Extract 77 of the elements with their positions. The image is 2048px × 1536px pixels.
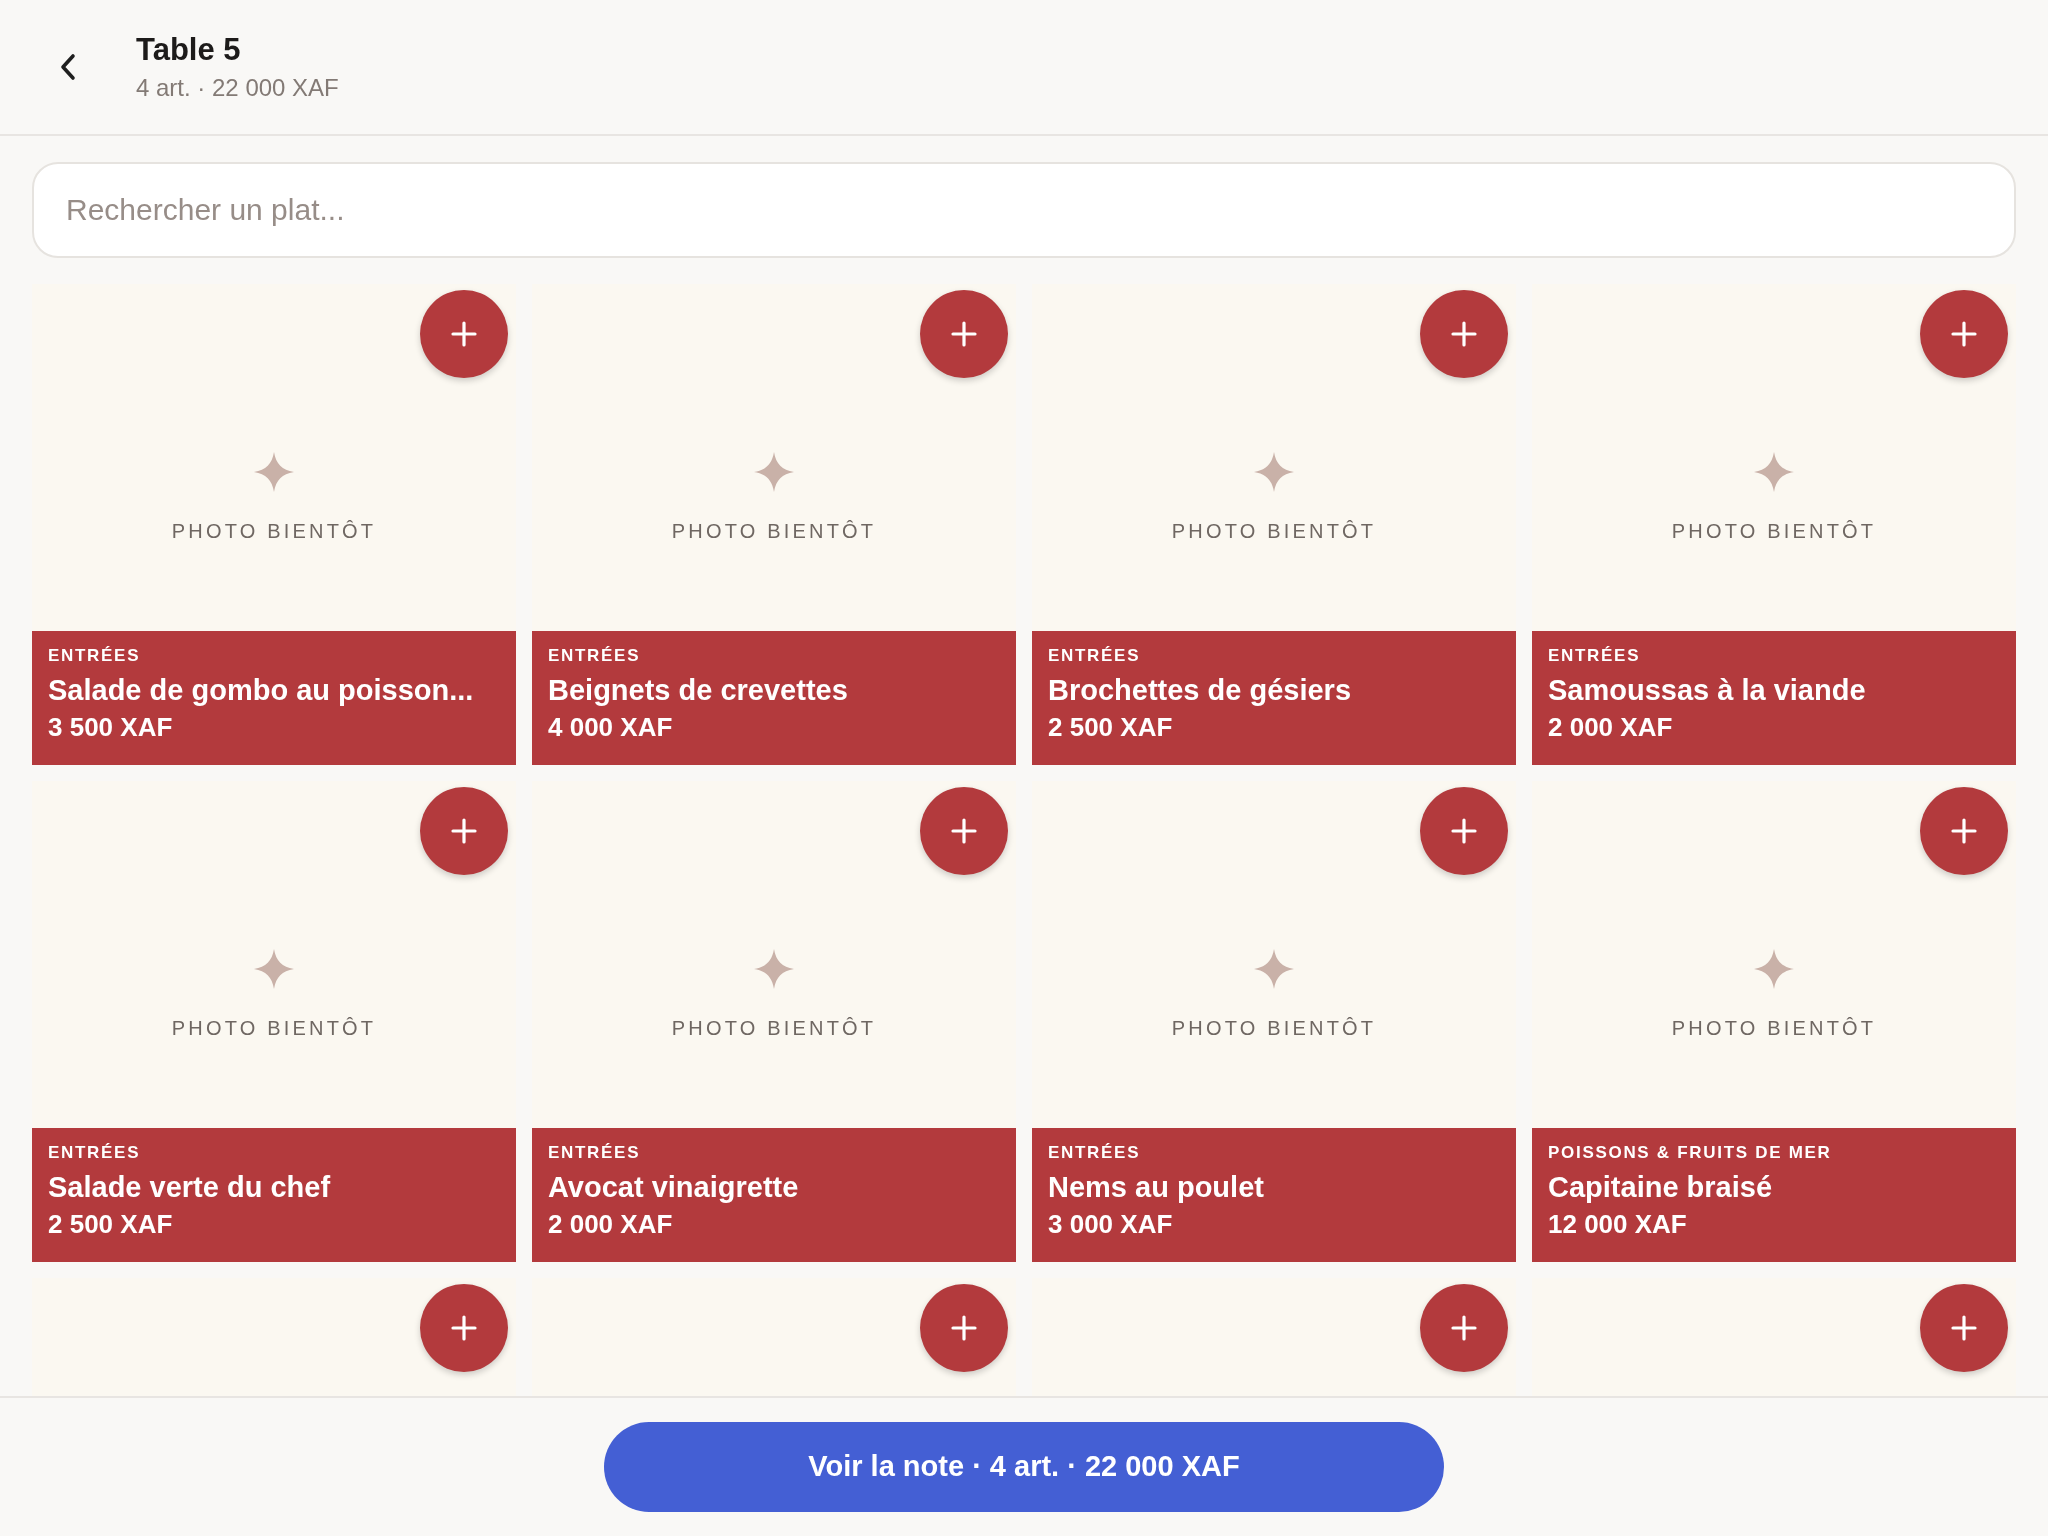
- add-button[interactable]: [420, 787, 508, 875]
- plus-icon: [1951, 818, 1977, 844]
- dish-info-band[interactable]: ENTRÉES Nems au poulet 3 000 XAF: [1032, 1128, 1516, 1262]
- back-icon: [59, 53, 77, 81]
- sparkle-icon: [1754, 451, 1794, 492]
- add-button[interactable]: [1920, 290, 2008, 378]
- sparkle-icon: [1754, 948, 1794, 989]
- dish-name: Brochettes de gésiers: [1048, 673, 1352, 708]
- plus-icon: [1451, 818, 1477, 844]
- plus-icon: [451, 321, 477, 347]
- sparkle-icon: [754, 948, 794, 989]
- dish-price: 12 000 XAF: [1548, 1208, 1688, 1241]
- sparkle-icon: [754, 451, 794, 492]
- add-button[interactable]: [920, 1284, 1008, 1372]
- dish-price: 3 000 XAF: [1048, 1208, 1174, 1241]
- search-field[interactable]: Rechercher un plat...: [32, 162, 2016, 258]
- plus-icon: [951, 321, 977, 347]
- dish-info-band[interactable]: ENTRÉES Beignets de crevettes 4 000 XAF: [532, 631, 1016, 765]
- add-button[interactable]: [920, 290, 1008, 378]
- placeholder-text: PHOTO BIENTÔT: [671, 518, 877, 544]
- add-button[interactable]: [1920, 787, 2008, 875]
- sparkle-icon: [254, 451, 294, 492]
- dish-category: ENTRÉES: [48, 645, 142, 667]
- add-button[interactable]: [1920, 1284, 2008, 1372]
- sparkle-icon: [1254, 451, 1294, 492]
- dish-category: ENTRÉES: [1548, 645, 1642, 667]
- add-button[interactable]: [1420, 290, 1508, 378]
- add-button[interactable]: [920, 787, 1008, 875]
- dish-name: Salade verte du chef: [48, 1170, 332, 1205]
- plus-icon: [1951, 321, 1977, 347]
- dish-info-band[interactable]: ENTRÉES Salade verte du chef 2 500 XAF: [32, 1128, 516, 1262]
- dish-category: POISSONS & FRUITS DE MER: [1548, 1142, 1833, 1164]
- dish-category: ENTRÉES: [548, 1142, 642, 1164]
- dish-category: ENTRÉES: [1048, 645, 1142, 667]
- dish-price: 3 500 XAF: [48, 711, 174, 744]
- dish-name: Samoussas à la viande: [1548, 673, 1867, 708]
- dish-name: Avocat vinaigrette: [548, 1170, 800, 1205]
- plus-icon: [451, 1315, 477, 1341]
- dish-name: Beignets de crevettes: [548, 673, 849, 708]
- view-bill-button[interactable]: Voir la note · 4 art. · 22 000 XAF: [604, 1422, 1444, 1512]
- placeholder-text: PHOTO BIENTÔT: [171, 1015, 377, 1041]
- dish-info-band[interactable]: ENTRÉES Avocat vinaigrette 2 000 XAF: [532, 1128, 1016, 1262]
- add-button[interactable]: [420, 290, 508, 378]
- dish-category: ENTRÉES: [548, 645, 642, 667]
- dish-price: 2 000 XAF: [1548, 711, 1674, 744]
- placeholder-text: PHOTO BIENTÔT: [1171, 1015, 1377, 1041]
- add-button[interactable]: [1420, 787, 1508, 875]
- dish-info-band[interactable]: ENTRÉES Brochettes de gésiers 2 500 XAF: [1032, 631, 1516, 765]
- dish-info-band[interactable]: ENTRÉES Samoussas à la viande 2 000 XAF: [1532, 631, 2016, 765]
- add-button[interactable]: [1420, 1284, 1508, 1372]
- placeholder-text: PHOTO BIENTÔT: [1671, 518, 1877, 544]
- plus-icon: [1951, 1315, 1977, 1341]
- dish-price: 2 500 XAF: [1048, 711, 1174, 744]
- plus-icon: [951, 818, 977, 844]
- plus-icon: [451, 818, 477, 844]
- sparkle-icon: [254, 948, 294, 989]
- dish-category: ENTRÉES: [1048, 1142, 1142, 1164]
- placeholder-text: PHOTO BIENTÔT: [1671, 1015, 1877, 1041]
- placeholder-text: PHOTO BIENTÔT: [1171, 518, 1377, 544]
- dish-name: Salade de gombo au poisson...: [48, 673, 475, 708]
- sparkle-icon: [1254, 948, 1294, 989]
- plus-icon: [1451, 321, 1477, 347]
- placeholder-text: PHOTO BIENTÔT: [671, 1015, 877, 1041]
- dish-category: ENTRÉES: [48, 1142, 142, 1164]
- add-button[interactable]: [420, 1284, 508, 1372]
- page-title: Table 5: [136, 31, 242, 69]
- dish-price: 2 500 XAF: [48, 1208, 174, 1241]
- plus-icon: [1451, 1315, 1477, 1341]
- dish-name: Capitaine braisé: [1548, 1170, 1774, 1205]
- plus-icon: [951, 1315, 977, 1341]
- dish-info-band[interactable]: ENTRÉES Salade de gombo au poisson... 3 500 XAF: [32, 631, 516, 765]
- dish-info-band[interactable]: POISSONS & FRUITS DE MER Capitaine braisé 12 000 XAF: [1532, 1128, 2016, 1262]
- dish-price: 2 000 XAF: [548, 1208, 674, 1241]
- placeholder-text: PHOTO BIENTÔT: [171, 518, 377, 544]
- order-summary: 4 art. · 22 000 XAF: [136, 73, 339, 103]
- dish-price: 4 000 XAF: [548, 711, 674, 744]
- dish-name: Nems au poulet: [1048, 1170, 1265, 1205]
